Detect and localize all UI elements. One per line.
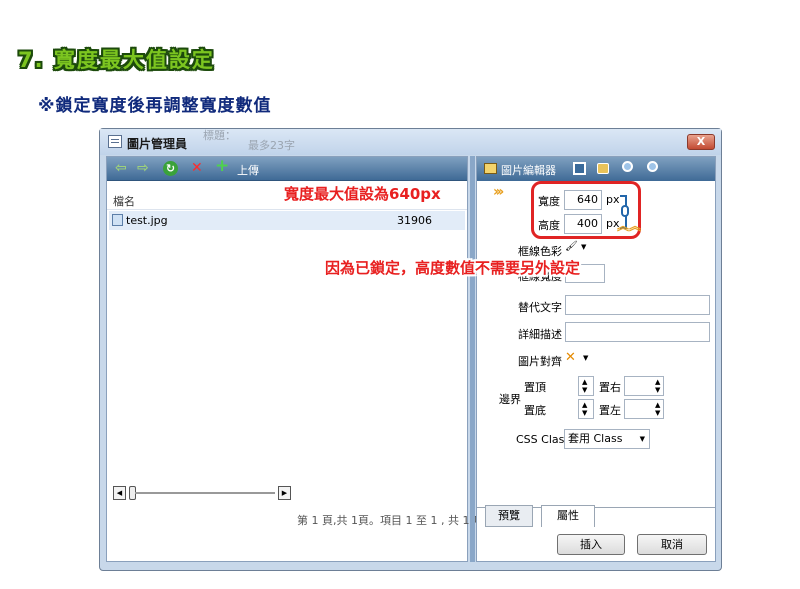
column-name-label: 檔名 [113,195,135,208]
crop-icon[interactable] [573,162,586,175]
upload-button[interactable]: 上傳 [237,162,259,178]
spinner-arrows-icon[interactable]: ▲ ▼ [655,378,660,394]
long-desc-input[interactable] [565,322,710,342]
pane-splitter[interactable] [470,156,475,562]
refresh-icon[interactable]: ↻ [163,161,178,176]
file-row[interactable]: test.jpg 31906 [109,211,465,230]
image-editor-icon [484,163,497,174]
margin-label: 邊界 [499,393,521,406]
margin-bottom-label: 置底 [524,404,546,417]
spinner-arrows-icon[interactable]: ▲ ▼ [582,401,587,417]
fit-icon[interactable] [597,163,609,174]
image-file-icon [112,214,123,226]
css-class-select[interactable]: 套用 Class ▼ [564,429,650,449]
cancel-button[interactable]: 取消 [637,534,707,555]
spinner-arrows-icon[interactable]: ▲ ▼ [655,401,660,417]
margin-right-label: 置右 [599,381,621,394]
spinner-arrows-icon[interactable]: ▲ ▼ [582,378,587,394]
close-button[interactable]: X [687,134,715,150]
long-desc-label: 詳細描述 [518,328,562,341]
header-divider [107,209,467,210]
scroll-left-icon[interactable]: ◀ [113,486,126,500]
file-toolbar: ⇦ ⇨ ↻ ✕ + 上傳 [107,157,467,181]
lock-arrows-icon: ︽︽ [617,219,642,233]
align-label: 圖片對齊 [518,355,562,368]
ghost-title-label: 標題： [203,129,236,142]
window-icon [108,135,122,148]
width-callout: 寬度最大值設為640px [284,185,441,203]
delete-icon[interactable]: ✕ [191,160,203,177]
alt-text-label: 替代文字 [518,301,562,314]
file-name: test.jpg [126,214,168,227]
zoom-out-icon[interactable] [647,161,658,172]
lock-callout: 因為已鎖定，高度數值不需要另外設定 [325,259,581,277]
ghost-hint: 最多23字 [248,139,295,152]
step-title: 7. 寬度最大值設定 [18,48,215,72]
back-arrow-icon[interactable]: ⇦ [115,160,127,177]
width-arrows-icon: ››› [493,184,504,200]
dialog-titlebar[interactable]: 圖片管理員 標題： 最多23字 X [100,129,721,155]
add-icon[interactable]: + [215,158,229,175]
align-select[interactable]: ✕ ▼ [565,350,595,367]
subtitle: ※鎖定寬度後再調整寬度數值 [38,96,272,116]
css-class-label: CSS Class [516,433,571,446]
paint-bucket-icon: 🖌 [565,241,578,252]
file-browser-pane: ⇦ ⇨ ↻ ✕ + 上傳 檔名 test.jpg 31906 ◀ ▶ 第 1 頁… [106,156,484,562]
chevron-down-icon: ▼ [583,354,589,362]
insert-button[interactable]: 插入 [557,534,625,555]
css-class-value: 套用 Class [568,432,623,445]
border-color-picker[interactable]: 🖌 ▼ [565,241,589,258]
no-align-icon: ✕ [565,350,576,365]
zoom-in-icon[interactable] [622,161,633,172]
dialog-title: 圖片管理員 [127,137,188,151]
tab-preview[interactable]: 預覽 [485,505,533,527]
margin-top-label: 置頂 [524,381,546,394]
scroll-right-icon[interactable]: ▶ [278,486,291,500]
chevron-down-icon: ▼ [639,435,645,443]
chevron-down-icon: ▼ [581,243,587,251]
horizontal-slider[interactable]: ◀ ▶ [113,485,293,501]
slider-track [135,492,275,494]
alt-text-input[interactable] [565,295,710,315]
margin-left-label: 置左 [599,404,621,417]
tab-properties[interactable]: 屬性 [541,505,595,527]
editor-toolbar: 圖片編輯器 [477,157,715,181]
pager-status: 第 1 頁,共 1頁。項目 1 至 1 , 共 1 項 [297,514,484,527]
file-size: 31906 [397,214,432,227]
forward-arrow-icon[interactable]: ⇨ [137,160,149,177]
image-editor-button[interactable]: 圖片編輯器 [501,162,556,178]
